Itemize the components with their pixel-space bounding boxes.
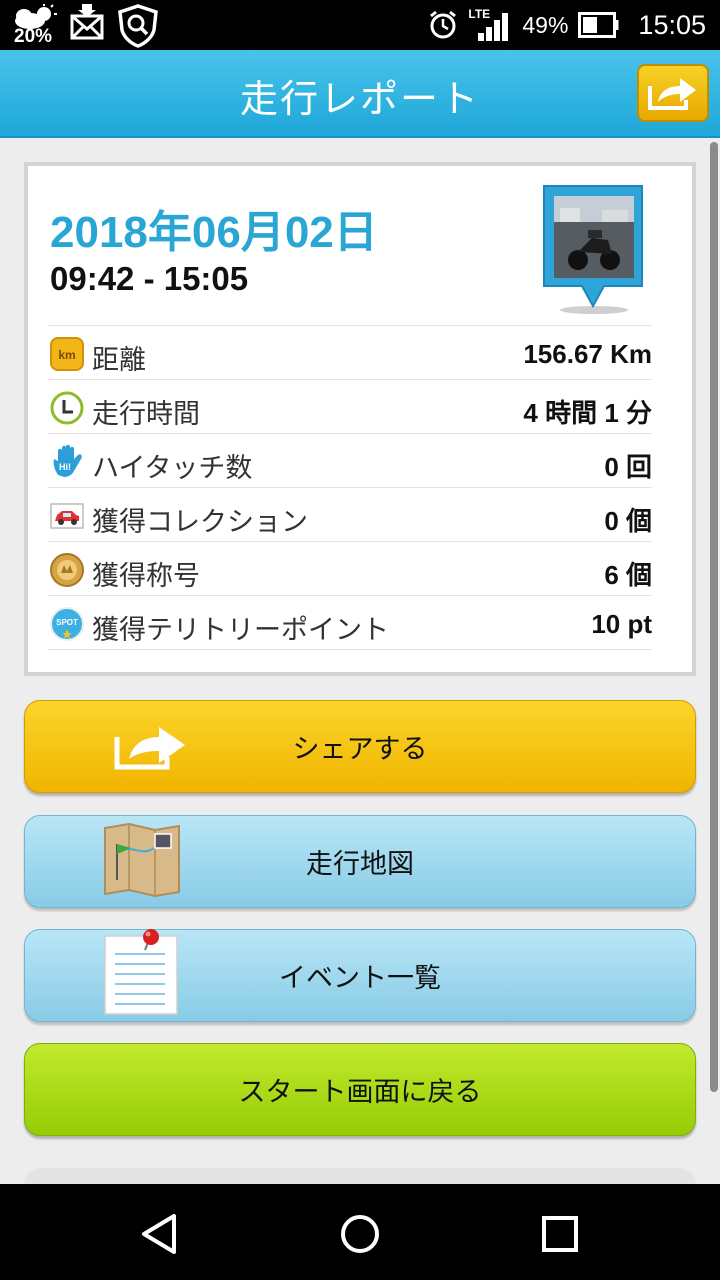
stat-label: 獲得テリトリーポイント: [92, 615, 389, 646]
stat-label: ハイタッチ数: [92, 453, 253, 484]
battery-icon: [578, 12, 619, 38]
ride-map-button-label: 走行地図: [306, 849, 414, 880]
stat-row-territory-points: SPOT 獲得テリトリーポイント 10 pt: [48, 596, 652, 650]
svg-text:km: km: [58, 348, 75, 362]
stat-value: 4 時間 1 分: [523, 398, 652, 428]
recent-apps-icon[interactable]: [538, 1212, 582, 1256]
share-arrow-icon: [114, 727, 185, 770]
event-list-button-label: イベント一覧: [279, 963, 441, 994]
stat-row-collection: 獲得コレクション 0 個: [48, 488, 652, 542]
stat-label: 獲得コレクション: [92, 507, 308, 538]
signal-icon: LTE: [468, 7, 512, 43]
back-to-start-button-label: スタート画面に戻る: [238, 1077, 482, 1108]
status-bar: 20% LTE 49% 15:05: [0, 0, 720, 50]
report-date: 2018年06月02日: [50, 208, 378, 257]
stat-row-hi-touch: Hi! ハイタッチ数 0 回: [48, 434, 652, 488]
page-title: 走行レポート: [239, 77, 480, 121]
back-icon[interactable]: [138, 1212, 182, 1256]
weather-indicator: 20%: [10, 4, 60, 48]
map-icon: [104, 822, 180, 898]
shield-search-icon: [118, 4, 158, 48]
alarm-icon: [430, 10, 457, 39]
hi-touch-hand-icon: Hi!: [53, 445, 82, 477]
stat-value: 0 個: [604, 506, 652, 536]
memo-pin-icon: [104, 929, 178, 1015]
scrollbar[interactable]: [710, 142, 718, 1092]
mail-muted-icon: [70, 4, 104, 40]
report-time-range: 09:42 - 15:05: [50, 260, 249, 297]
event-list-button[interactable]: イベント一覧: [24, 929, 696, 1022]
navigation-bar: [0, 1184, 720, 1280]
share-button[interactable]: シェアする: [24, 700, 696, 793]
medal-icon: [50, 553, 84, 587]
weather-temp: 20%: [14, 26, 53, 47]
stats-list: km 距離 156.67 Km 走行時間 4 時間 1 分 Hi! ハイタッチ数…: [48, 325, 652, 650]
stat-label: 獲得称号: [92, 561, 200, 592]
stat-value: 156.67 Km: [523, 339, 652, 369]
report-card: 2018年06月02日 09:42 - 15:05 km 距離 156.67 K…: [24, 162, 696, 676]
share-button-label: シェアする: [292, 734, 428, 765]
stat-label: 走行時間: [92, 399, 200, 430]
ride-map-button[interactable]: 走行地図: [24, 815, 696, 908]
stat-label: 距離: [92, 345, 146, 376]
stat-row-distance: km 距離 156.67 Km: [48, 326, 652, 380]
home-icon[interactable]: [338, 1212, 382, 1256]
svg-text:Hi!: Hi!: [59, 462, 71, 472]
stat-value: 0 回: [604, 452, 652, 482]
stat-value: 6 個: [604, 560, 652, 590]
app-header: 走行レポート: [0, 50, 720, 138]
photo-pin-thumbnail[interactable]: [538, 182, 648, 316]
stat-row-titles: 獲得称号 6 個: [48, 542, 652, 596]
km-icon: km: [50, 337, 84, 371]
share-arrow-icon: [648, 78, 696, 110]
header-share-button[interactable]: [637, 64, 709, 122]
svg-text:SPOT: SPOT: [56, 618, 78, 627]
stat-value: 10 pt: [591, 609, 652, 639]
stat-row-ride-time: 走行時間 4 時間 1 分: [48, 380, 652, 434]
back-to-start-button[interactable]: スタート画面に戻る: [24, 1043, 696, 1136]
battery-percent: 49%: [522, 11, 569, 38]
spot-icon: SPOT: [50, 607, 84, 641]
status-time: 15:05: [638, 9, 706, 40]
clock-icon: [50, 391, 84, 425]
car-collection-icon: [50, 503, 84, 529]
